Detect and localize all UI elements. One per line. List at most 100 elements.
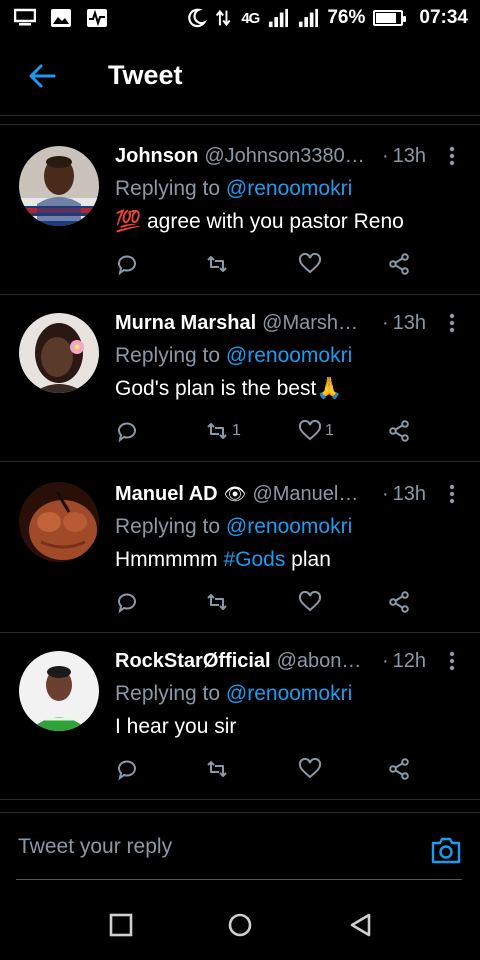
more-options-button[interactable] (440, 647, 464, 675)
reply-feed: Johnson @Johnson3380… · 13h Replying to … (0, 128, 480, 800)
tweet-item[interactable]: Manuel AD 👁 @Manuel… · 13h Replying to @… (0, 462, 480, 633)
reply-icon (118, 760, 136, 781)
replying-to: Replying to @renoomokri (115, 513, 464, 541)
heart-icon (298, 419, 322, 441)
arrow-left-icon (29, 64, 56, 87)
retweet-button[interactable] (205, 250, 232, 278)
tweet-item[interactable]: RockStarØfficial @abon… · 12h Replying t… (0, 633, 480, 800)
retweet-icon (207, 594, 227, 610)
share-button[interactable] (387, 250, 411, 278)
divider (0, 124, 480, 125)
battery-percent: 76% (327, 7, 366, 28)
author-handle[interactable]: @Johnson3380… (204, 145, 378, 168)
timestamp: 13h (392, 482, 426, 505)
reply-button[interactable] (115, 755, 139, 783)
back-button[interactable] (20, 54, 64, 98)
mention-link[interactable]: @renoomokri (226, 177, 352, 200)
timestamp: 13h (392, 311, 426, 334)
separator-dot: · (381, 311, 389, 334)
retweet-button[interactable]: 1 (205, 417, 241, 445)
more-vertical-icon (449, 146, 455, 166)
avatar[interactable] (19, 313, 99, 393)
page-title: Tweet (108, 60, 183, 90)
mention-link[interactable]: @renoomokri (226, 682, 352, 705)
square-icon[interactable] (108, 912, 134, 938)
retweet-count: 1 (232, 422, 241, 439)
share-icon (389, 591, 409, 613)
network-label: 4G (241, 9, 260, 27)
list-icon (14, 8, 36, 26)
replying-label: Replying to (115, 682, 226, 705)
more-options-button[interactable] (440, 309, 464, 337)
author-handle[interactable]: @abon… (277, 650, 378, 673)
emoji: 💯 (115, 210, 142, 233)
avatar[interactable] (19, 482, 99, 562)
replying-label: Replying to (115, 177, 226, 200)
share-button[interactable] (387, 755, 411, 783)
author-name[interactable]: RockStarØfficial (115, 650, 271, 673)
replying-to: Replying to @renoomokri (115, 342, 464, 370)
tweet-text: 💯 agree with you pastor Reno (115, 208, 464, 236)
heart-icon (298, 252, 322, 274)
tweet-text: I hear you sir (115, 715, 237, 738)
triangle-back-icon[interactable] (348, 912, 374, 938)
tweet-item[interactable]: Murna Marshal @Marsh… · 13h Replying to … (0, 295, 480, 462)
moon-icon (188, 8, 208, 28)
retweet-button[interactable] (205, 588, 232, 616)
retweet-icon (207, 423, 227, 439)
status-bar: 4G 76% 07:34 (0, 0, 480, 36)
tweet-text-tail: plan (285, 548, 331, 571)
circle-icon[interactable] (227, 912, 253, 938)
author-name[interactable]: Johnson (115, 145, 198, 168)
more-vertical-icon (449, 313, 455, 333)
signal-icon (299, 8, 319, 28)
more-vertical-icon (449, 484, 455, 504)
like-button[interactable] (298, 250, 325, 278)
share-icon (389, 420, 409, 442)
reply-button[interactable] (115, 250, 139, 278)
like-button[interactable] (298, 588, 325, 616)
more-options-button[interactable] (440, 480, 464, 508)
camera-icon[interactable] (430, 835, 462, 865)
reply-input[interactable]: Tweet your reply (18, 835, 398, 859)
hashtag-link[interactable]: #Gods (223, 548, 285, 571)
share-button[interactable] (387, 417, 411, 445)
more-options-button[interactable] (440, 142, 464, 170)
more-vertical-icon (449, 651, 455, 671)
tweet-actions (115, 250, 425, 278)
like-button[interactable] (298, 755, 325, 783)
battery-icon (373, 10, 407, 26)
system-nav-bar (0, 890, 480, 960)
reply-button[interactable] (115, 417, 139, 445)
input-underline (16, 879, 462, 880)
avatar[interactable] (19, 146, 99, 226)
clock: 07:34 (419, 7, 468, 28)
retweet-icon (207, 761, 227, 777)
author-handle[interactable]: @Manuel… (252, 483, 377, 506)
author-name[interactable]: Murna Marshal (115, 312, 256, 335)
share-icon (389, 253, 409, 275)
like-button[interactable]: 1 (298, 417, 334, 445)
author-name[interactable]: Manuel AD (115, 483, 218, 506)
tweet-item[interactable]: Johnson @Johnson3380… · 13h Replying to … (0, 128, 480, 295)
like-count: 1 (325, 422, 334, 439)
timestamp: 13h (392, 144, 426, 167)
retweet-button[interactable] (205, 755, 232, 783)
reply-icon (118, 255, 136, 276)
avatar[interactable] (19, 651, 99, 731)
reply-button[interactable] (115, 588, 139, 616)
separator-dot: · (381, 144, 389, 167)
mention-link[interactable]: @renoomokri (226, 515, 352, 538)
tweet-actions (115, 588, 425, 616)
mention-link[interactable]: @renoomokri (226, 344, 352, 367)
reply-composer: Tweet your reply (0, 812, 480, 880)
separator-dot: · (381, 649, 389, 672)
reply-icon (118, 422, 136, 443)
separator-dot: · (381, 482, 389, 505)
author-handle[interactable]: @Marsh… (262, 312, 378, 335)
tweet-text-content: agree with you pastor Reno (147, 210, 404, 233)
app-header: Tweet (0, 36, 480, 116)
share-button[interactable] (387, 588, 411, 616)
data-transfer-icon (216, 9, 231, 27)
heart-icon (298, 757, 322, 779)
